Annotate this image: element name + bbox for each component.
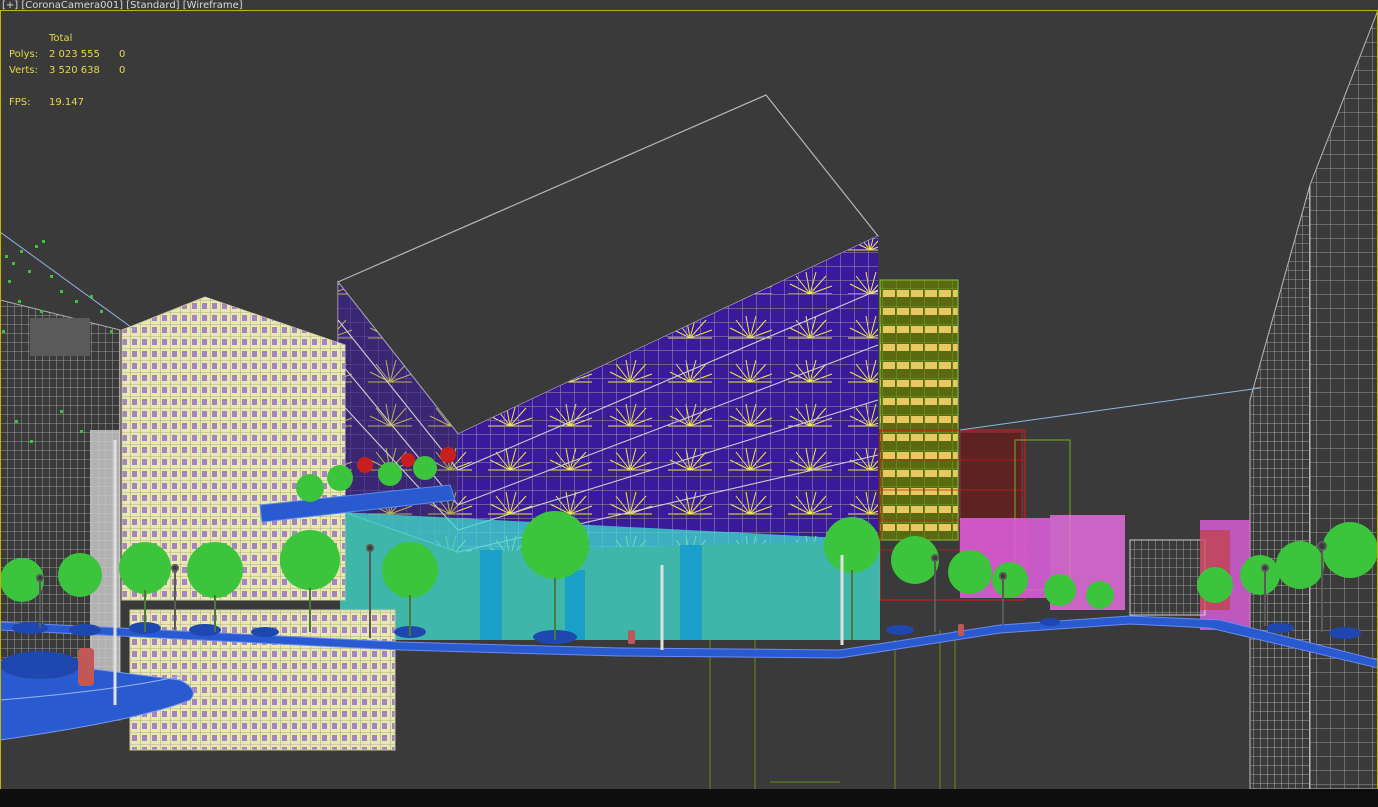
verts-total-value: 3 520 638	[49, 65, 100, 76]
right-tall-building	[1249, 9, 1378, 789]
polys-selected-value: 0	[119, 49, 126, 60]
verts-selected-value: 0	[119, 65, 126, 76]
bottom-strip	[0, 789, 1378, 807]
viewport-label-menu[interactable]: [+] [CoronaCamera001] [Standard] [Wirefr…	[2, 0, 243, 12]
viewport-display-mode-menu[interactable]: [Wireframe]	[183, 0, 243, 11]
viewport-camera-menu[interactable]: [CoronaCamera001]	[21, 0, 123, 11]
polys-label: Polys:	[9, 49, 39, 60]
wireframe-scene[interactable]	[0, 0, 1378, 789]
fps-label: FPS:	[9, 97, 31, 108]
polys-total-value: 2 023 555	[49, 49, 100, 60]
viewport-plus-menu[interactable]: [+]	[2, 0, 18, 11]
viewport-shading-standard-menu[interactable]: [Standard]	[126, 0, 179, 11]
orange-balcony-building	[879, 279, 959, 541]
fps-value: 19.147	[49, 97, 84, 108]
viewport-3d[interactable]: [+] [CoronaCamera001] [Standard] [Wirefr…	[0, 0, 1378, 789]
stats-header-total: Total	[49, 33, 73, 44]
verts-label: Verts:	[9, 65, 38, 76]
